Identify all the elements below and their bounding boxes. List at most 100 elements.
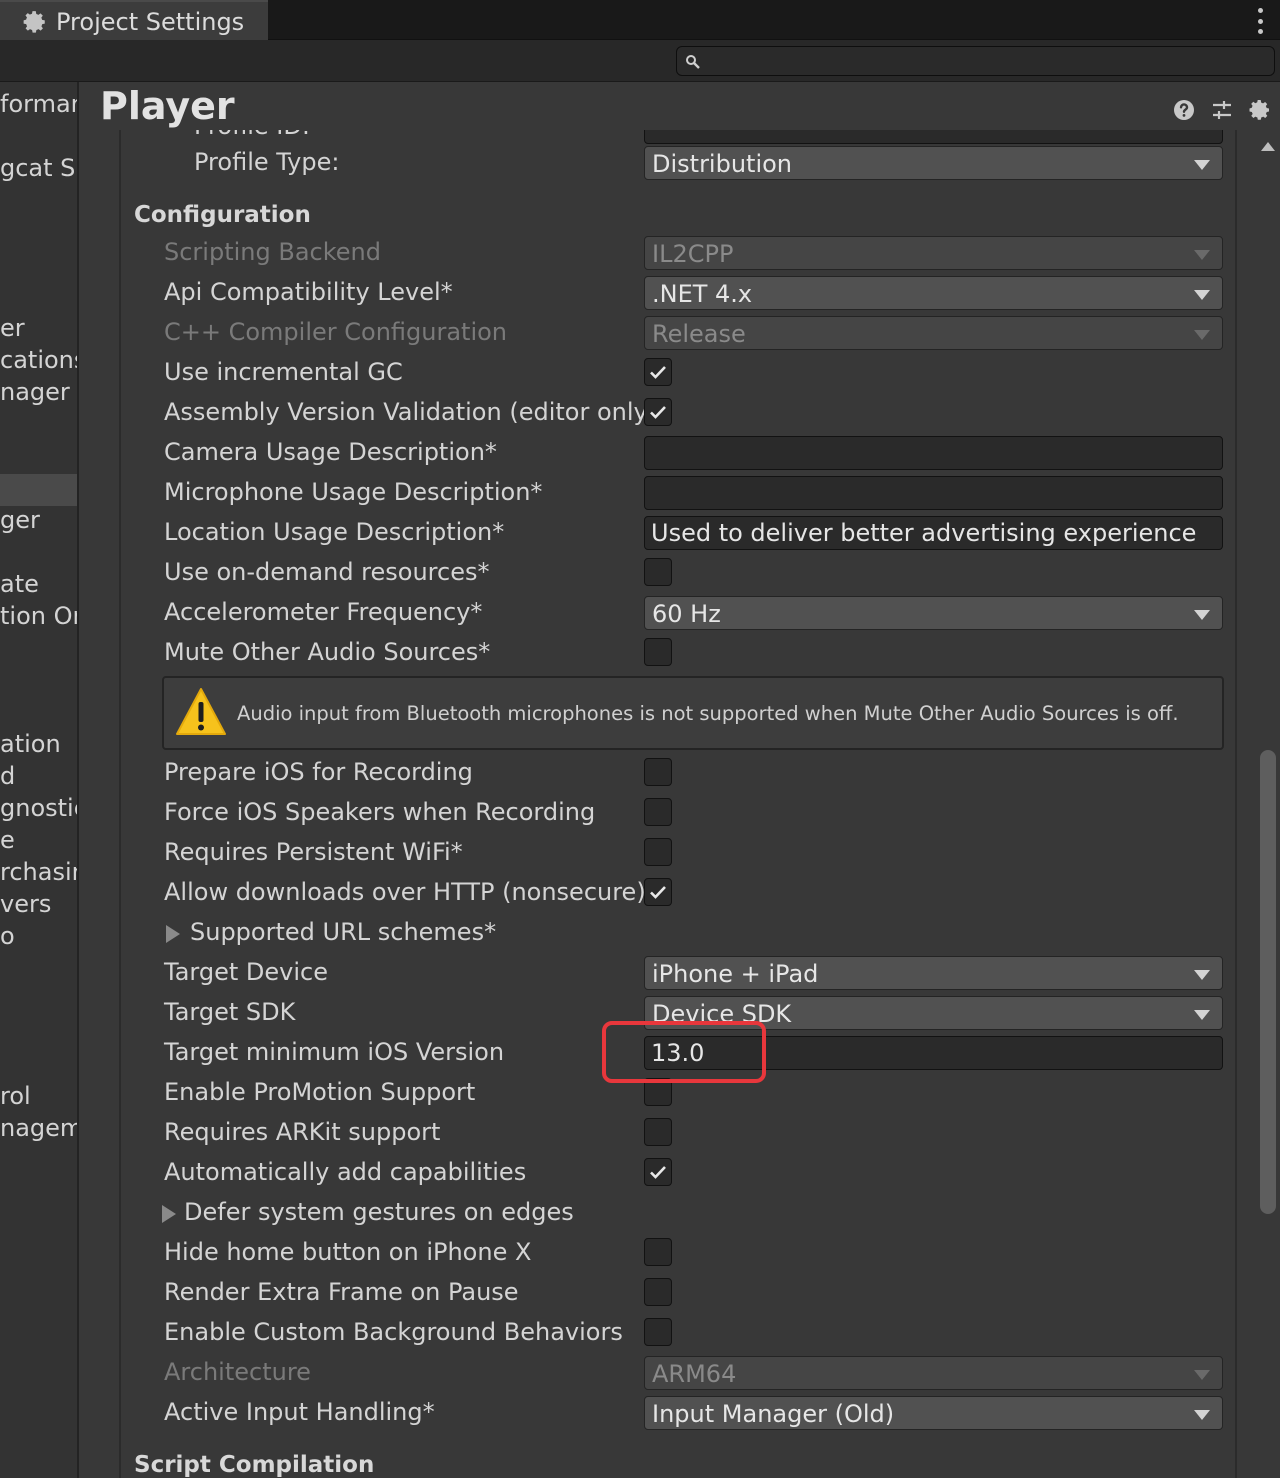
search-icon — [686, 55, 700, 69]
extra-frame-label: Render Extra Frame on Pause — [164, 1278, 519, 1306]
arkit-label: Requires ARKit support — [164, 1118, 441, 1146]
sidebar-item[interactable]: rchasin — [0, 856, 77, 888]
allow-http-label: Allow downloads over HTTP (nonsecure)* — [164, 878, 658, 906]
sidebar-item[interactable]: ate — [0, 568, 77, 600]
sidebar-item[interactable]: ger — [0, 504, 77, 536]
accelerometer-label: Accelerometer Frequency* — [164, 598, 483, 626]
sidebar-item[interactable]: forman — [0, 88, 77, 120]
warning-helpbox: Audio input from Bluetooth microphones i… — [162, 676, 1224, 750]
scrollbar-thumb[interactable] — [1260, 750, 1276, 1214]
gear-icon — [23, 10, 45, 33]
sidebar-item[interactable]: gnostic — [0, 792, 77, 824]
input-handling-row: Active Input Handling* Input Manager (Ol… — [81, 1392, 1256, 1432]
on-demand-checkbox[interactable] — [644, 558, 672, 586]
chevron-down-icon — [1194, 290, 1210, 300]
dropdown-value: 60 Hz — [652, 600, 721, 628]
microphone-usage-row: Microphone Usage Description* — [81, 472, 1256, 512]
dropdown-value: IL2CPP — [652, 240, 734, 268]
on-demand-label: Use on-demand resources* — [164, 558, 490, 586]
configuration-header[interactable]: Configuration — [134, 202, 311, 228]
sidebar-item[interactable]: er — [0, 312, 77, 344]
microphone-usage-field[interactable] — [644, 476, 1223, 510]
tab-project-settings[interactable]: Project Settings — [0, 0, 268, 41]
camera-usage-label: Camera Usage Description* — [164, 438, 497, 466]
defer-gestures-label[interactable]: Defer system gestures on edges — [184, 1198, 574, 1226]
profile-type-dropdown[interactable]: Distribution — [644, 146, 1223, 180]
url-schemes-row[interactable]: Supported URL schemes* — [81, 912, 1256, 952]
persistent-wifi-checkbox[interactable] — [644, 838, 672, 866]
target-device-label: Target Device — [164, 958, 328, 986]
force-speakers-checkbox[interactable] — [644, 798, 672, 826]
sidebar-item[interactable]: vers — [0, 888, 77, 920]
settings-gear-icon[interactable] — [1248, 98, 1272, 122]
on-demand-row: Use on-demand resources* — [81, 552, 1256, 592]
scroll-up-arrow-icon[interactable] — [1261, 142, 1275, 151]
search-field[interactable] — [676, 46, 1275, 76]
sidebar-item[interactable]: nager — [0, 376, 77, 408]
chevron-down-icon — [1194, 1010, 1210, 1020]
sidebar-item[interactable]: nagem — [0, 1112, 77, 1144]
min-ios-label: Target minimum iOS Version — [164, 1038, 505, 1066]
sidebar-item[interactable]: gcat S — [0, 152, 77, 184]
sidebar-item[interactable]: tion Ord — [0, 600, 77, 632]
incremental-gc-label: Use incremental GC — [164, 358, 403, 386]
location-usage-field[interactable]: Used to deliver better advertising exper… — [644, 516, 1223, 550]
architecture-label: Architecture — [164, 1358, 311, 1386]
search-input[interactable] — [707, 49, 1267, 73]
checkmark-icon — [650, 366, 666, 379]
kebab-menu-icon[interactable] — [1256, 8, 1264, 34]
custom-bg-label: Enable Custom Background Behaviors — [164, 1318, 623, 1346]
microphone-usage-label: Microphone Usage Description* — [164, 478, 543, 506]
allow-http-checkbox[interactable] — [644, 878, 672, 906]
extra-frame-checkbox[interactable] — [644, 1278, 672, 1306]
help-icon[interactable] — [1172, 98, 1196, 122]
assembly-validation-checkbox[interactable] — [644, 398, 672, 426]
camera-usage-field[interactable] — [644, 436, 1223, 470]
sidebar-item[interactable]: rol — [0, 1080, 77, 1112]
sidebar-item[interactable]: d — [0, 760, 77, 792]
url-schemes-label[interactable]: Supported URL schemes* — [190, 918, 496, 946]
scripting-backend-row: Scripting Backend IL2CPP — [81, 232, 1256, 272]
input-handling-label: Active Input Handling* — [164, 1398, 435, 1426]
target-device-dropdown[interactable]: iPhone + iPad — [644, 956, 1223, 990]
assembly-validation-row: Assembly Version Validation (editor only… — [81, 392, 1256, 432]
script-compilation-header[interactable]: Script Compilation — [134, 1452, 374, 1478]
promotion-label: Enable ProMotion Support — [164, 1078, 476, 1106]
mute-audio-checkbox[interactable] — [644, 638, 672, 666]
foldout-arrow-icon[interactable] — [166, 925, 180, 943]
hide-home-row: Hide home button on iPhone X — [81, 1232, 1256, 1272]
settings-sidebar: forman gcat S er cations nager ger ate t… — [0, 82, 79, 1478]
dropdown-value: Input Manager (Old) — [652, 1400, 895, 1428]
input-handling-dropdown[interactable]: Input Manager (Old) — [644, 1396, 1223, 1430]
warning-triangle-icon — [176, 688, 226, 735]
arkit-checkbox[interactable] — [644, 1118, 672, 1146]
hide-home-checkbox[interactable] — [644, 1238, 672, 1266]
inspector-content: Profile ID: Profile Type: Distribution C… — [81, 130, 1256, 1478]
sidebar-item[interactable]: cations — [0, 344, 77, 376]
custom-bg-checkbox[interactable] — [644, 1318, 672, 1346]
chevron-down-icon — [1194, 1370, 1210, 1380]
incremental-gc-checkbox[interactable] — [644, 358, 672, 386]
location-usage-label: Location Usage Description* — [164, 518, 505, 546]
foldout-arrow-icon[interactable] — [162, 1205, 176, 1223]
accelerometer-dropdown[interactable]: 60 Hz — [644, 596, 1223, 630]
target-sdk-label: Target SDK — [164, 998, 296, 1026]
incremental-gc-row: Use incremental GC — [81, 352, 1256, 392]
vertical-scrollbar[interactable] — [1256, 130, 1280, 1478]
sidebar-item[interactable]: o — [0, 920, 77, 952]
auto-capabilities-checkbox[interactable] — [644, 1158, 672, 1186]
mute-audio-label: Mute Other Audio Sources* — [164, 638, 491, 666]
inspector-header: Player — [81, 82, 1280, 130]
sidebar-item[interactable]: ation — [0, 728, 77, 760]
profile-type-row: Profile Type: Distribution — [81, 142, 1256, 182]
sidebar-item[interactable]: e — [0, 824, 77, 856]
allow-http-row: Allow downloads over HTTP (nonsecure)* — [81, 872, 1256, 912]
prepare-recording-checkbox[interactable] — [644, 758, 672, 786]
preset-sliders-icon[interactable] — [1210, 98, 1234, 122]
hide-home-label: Hide home button on iPhone X — [164, 1238, 532, 1266]
sidebar-selected-item[interactable] — [0, 474, 77, 506]
auto-capabilities-row: Automatically add capabilities — [81, 1152, 1256, 1192]
architecture-row: Architecture ARM64 — [81, 1352, 1256, 1392]
defer-gestures-row[interactable]: Defer system gestures on edges — [81, 1192, 1256, 1232]
api-compat-dropdown[interactable]: .NET 4.x — [644, 276, 1223, 310]
